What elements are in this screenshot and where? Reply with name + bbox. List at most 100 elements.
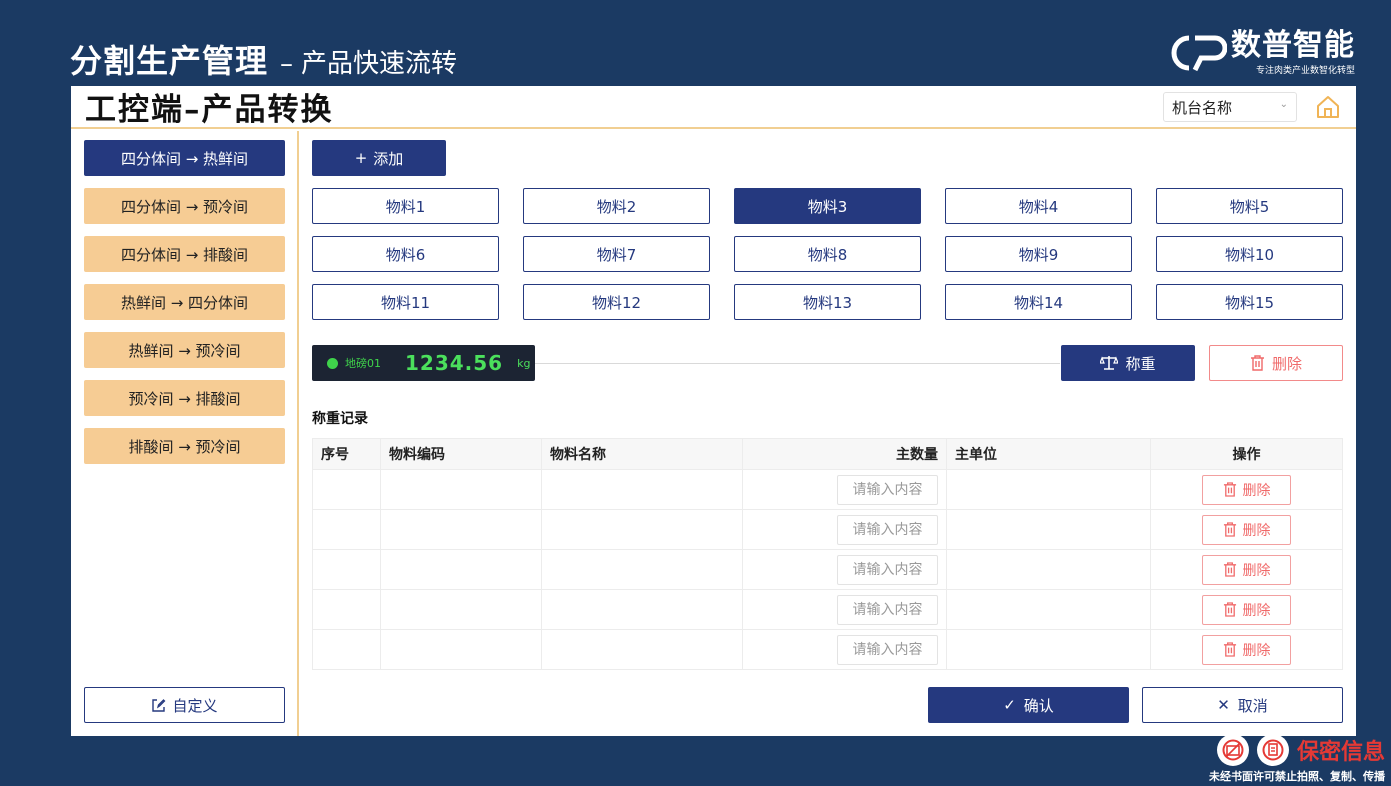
cancel-button-label: 取消 [1237,696,1268,715]
slide-subtitle: 产品快速流转 [301,49,458,79]
material-button-13[interactable]: 物料13 [734,284,921,320]
sidebar-item-route-4[interactable]: 热鲜间 → 四分体间 [84,284,285,320]
sidebar-item-route-5[interactable]: 热鲜间 → 预冷间 [84,332,285,368]
cell-index [312,469,381,510]
quantity-input[interactable]: 请输入内容 [837,634,938,665]
cell-index [312,549,381,590]
quantity-input[interactable]: 请输入内容 [837,594,938,625]
trash-icon [1223,562,1236,577]
trash-icon [1223,522,1236,537]
table-header-row: 序号 物料编码 物料名称 主数量 主单位 操作 [312,438,1343,470]
cell-index [312,509,381,550]
confidential-text: 未经书面许可禁止拍照、复制、传播 [1209,770,1385,783]
no-camera-icon [1216,734,1249,766]
confidential-label: 保密信息 [1296,740,1385,765]
material-button-7[interactable]: 物料7 [523,236,710,272]
material-button-10[interactable]: 物料10 [1156,236,1343,272]
material-button-2[interactable]: 物料2 [523,188,710,224]
material-button-9[interactable]: 物料9 [945,236,1132,272]
cell-material-code [380,509,542,550]
row-delete-label: 删除 [1242,642,1271,659]
slide-title-separator: – [280,49,294,79]
home-icon[interactable] [1314,93,1342,121]
material-button-15[interactable]: 物料15 [1156,284,1343,320]
weigh-button-label: 称重 [1125,354,1156,373]
cell-operation: 删除 [1150,509,1343,550]
material-button-1[interactable]: 物料1 [312,188,499,224]
scale-weight: 1234.56 [405,351,504,375]
confirm-button[interactable]: ✓ 确认 [928,687,1129,723]
brand-name: 数普智能 [1231,28,1355,63]
slide-main-title: 分割生产管理 [70,42,269,80]
material-button-3[interactable]: 物料3 [734,188,921,224]
cell-quantity: 请输入内容 [742,549,947,590]
sidebar-item-route-6[interactable]: 预冷间 → 排酸间 [84,380,285,416]
cell-material-name [541,509,743,550]
row-delete-button[interactable]: 删除 [1202,634,1291,665]
sidebar-item-route-7[interactable]: 排酸间 → 预冷间 [84,428,285,464]
edit-icon [152,698,166,712]
cell-quantity: 请输入内容 [742,589,947,630]
table-row: 请输入内容 删除 [312,509,1343,550]
no-copy-icon [1256,734,1289,766]
weigh-button[interactable]: 称重 [1061,345,1195,381]
material-button-8[interactable]: 物料8 [734,236,921,272]
material-button-6[interactable]: 物料6 [312,236,499,272]
quantity-input[interactable]: 请输入内容 [837,474,938,505]
app-window: 工控端–产品转换 机台名称 ⌄ 四分体间 → 热鲜间 四分体间 → 预冷间 四分… [71,86,1356,736]
row-delete-button[interactable]: 删除 [1202,514,1291,545]
app-header: 工控端–产品转换 机台名称 ⌄ [71,86,1356,129]
row-delete-button[interactable]: 删除 [1202,594,1291,625]
add-button-label: 添加 [373,149,404,168]
scale-unit: kg [517,356,531,370]
row-delete-label: 删除 [1242,602,1271,619]
material-button-5[interactable]: 物料5 [1156,188,1343,224]
material-button-14[interactable]: 物料14 [945,284,1132,320]
cell-index [312,629,381,670]
material-button-12[interactable]: 物料12 [523,284,710,320]
close-icon: ✕ [1217,696,1230,714]
main-content: + 添加 物料1 物料2 物料3 物料4 物料5 物料6 物料7 物料8 物料9 物料10 物料11… [301,131,1356,736]
cell-operation: 删除 [1150,629,1343,670]
cell-material-code [380,549,542,590]
brand-logo: 数普智能 专注肉类产业数智化转型 [1169,30,1355,76]
confirm-button-label: 确认 [1023,696,1054,715]
cell-material-code [380,589,542,630]
balance-scale-icon [1100,356,1119,370]
plus-icon: + [354,149,368,167]
scale-divider [533,363,1060,364]
delete-button[interactable]: 删除 [1209,345,1343,381]
scale-display: 地磅01 1234.56 kg [312,345,535,381]
slide-title: 分割生产管理 – 产品快速流转 [70,36,457,82]
material-button-4[interactable]: 物料4 [945,188,1132,224]
table-row: 请输入内容 删除 [312,549,1343,590]
records-table: 序号 物料编码 物料名称 主数量 主单位 操作 请输入内容 删除 请输入内容 删除 请输… [312,438,1343,670]
trash-icon [1223,642,1236,657]
column-header-material-code: 物料编码 [380,438,542,470]
sidebar-item-route-3[interactable]: 四分体间 → 排酸间 [84,236,285,272]
sidebar-item-route-1[interactable]: 四分体间 → 热鲜间 [84,140,285,176]
cell-unit [946,629,1151,670]
machine-select[interactable]: 机台名称 ⌄ [1163,92,1297,122]
quantity-input[interactable]: 请输入内容 [837,514,938,545]
trash-icon [1250,355,1264,371]
material-button-11[interactable]: 物料11 [312,284,499,320]
trash-icon [1223,602,1236,617]
column-header-operation: 操作 [1150,438,1343,470]
trash-icon [1223,482,1236,497]
cell-unit [946,549,1151,590]
row-delete-button[interactable]: 删除 [1202,474,1291,505]
cell-quantity: 请输入内容 [742,509,947,550]
custom-button[interactable]: 自定义 [84,687,285,723]
confidential-notice: 保密信息 未经书面许可禁止拍照、复制、传播 [1209,734,1385,784]
cell-unit [946,509,1151,550]
cancel-button[interactable]: ✕ 取消 [1142,687,1343,723]
quantity-input[interactable]: 请输入内容 [837,554,938,585]
column-header-quantity: 主数量 [742,438,947,470]
row-delete-button[interactable]: 删除 [1202,554,1291,585]
add-button[interactable]: + 添加 [312,140,446,176]
sidebar-item-route-2[interactable]: 四分体间 → 预冷间 [84,188,285,224]
cell-material-name [541,549,743,590]
scale-status-indicator [327,357,338,369]
brand-mark-icon [1171,35,1227,72]
